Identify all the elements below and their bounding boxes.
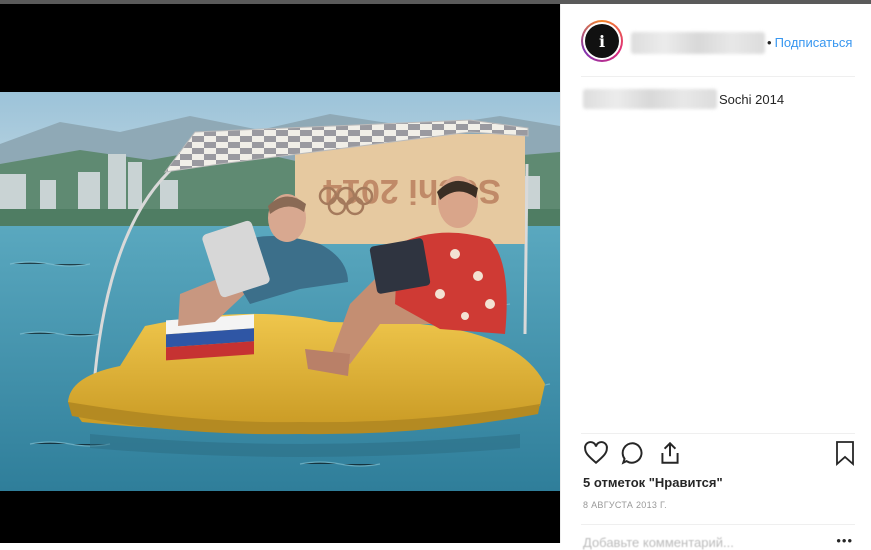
post-sidebar: i • Подписаться Sochi 2014 5 отметок "Нра… <box>560 4 871 550</box>
separator-dot: • <box>767 35 772 50</box>
comment-divider <box>581 524 855 525</box>
likes-count[interactable]: 5 отметок "Нравится" <box>583 475 723 490</box>
comment-icon[interactable] <box>620 440 646 471</box>
avatar-logo: i <box>585 24 619 58</box>
caption-text: Sochi 2014 <box>719 92 785 107</box>
actions-divider <box>581 433 855 434</box>
username-redacted[interactable] <box>631 32 765 54</box>
subscribe-link[interactable]: • Подписаться <box>767 35 852 50</box>
caption-username-redacted[interactable] <box>583 89 717 109</box>
action-bar <box>583 440 855 470</box>
header-divider <box>581 76 855 77</box>
post-image[interactable]: Sochi 2014 <box>0 4 560 543</box>
post-date[interactable]: 8 АВГУСТА 2013 Г. <box>583 500 667 510</box>
share-icon[interactable] <box>657 440 683 471</box>
painting-image: Sochi 2014 <box>0 92 560 491</box>
subscribe-label: Подписаться <box>774 35 853 50</box>
avatar[interactable]: i <box>581 20 623 62</box>
bookmark-icon[interactable] <box>833 440 857 471</box>
more-options-button[interactable]: ••• <box>836 533 853 548</box>
heart-icon[interactable] <box>583 440 609 471</box>
